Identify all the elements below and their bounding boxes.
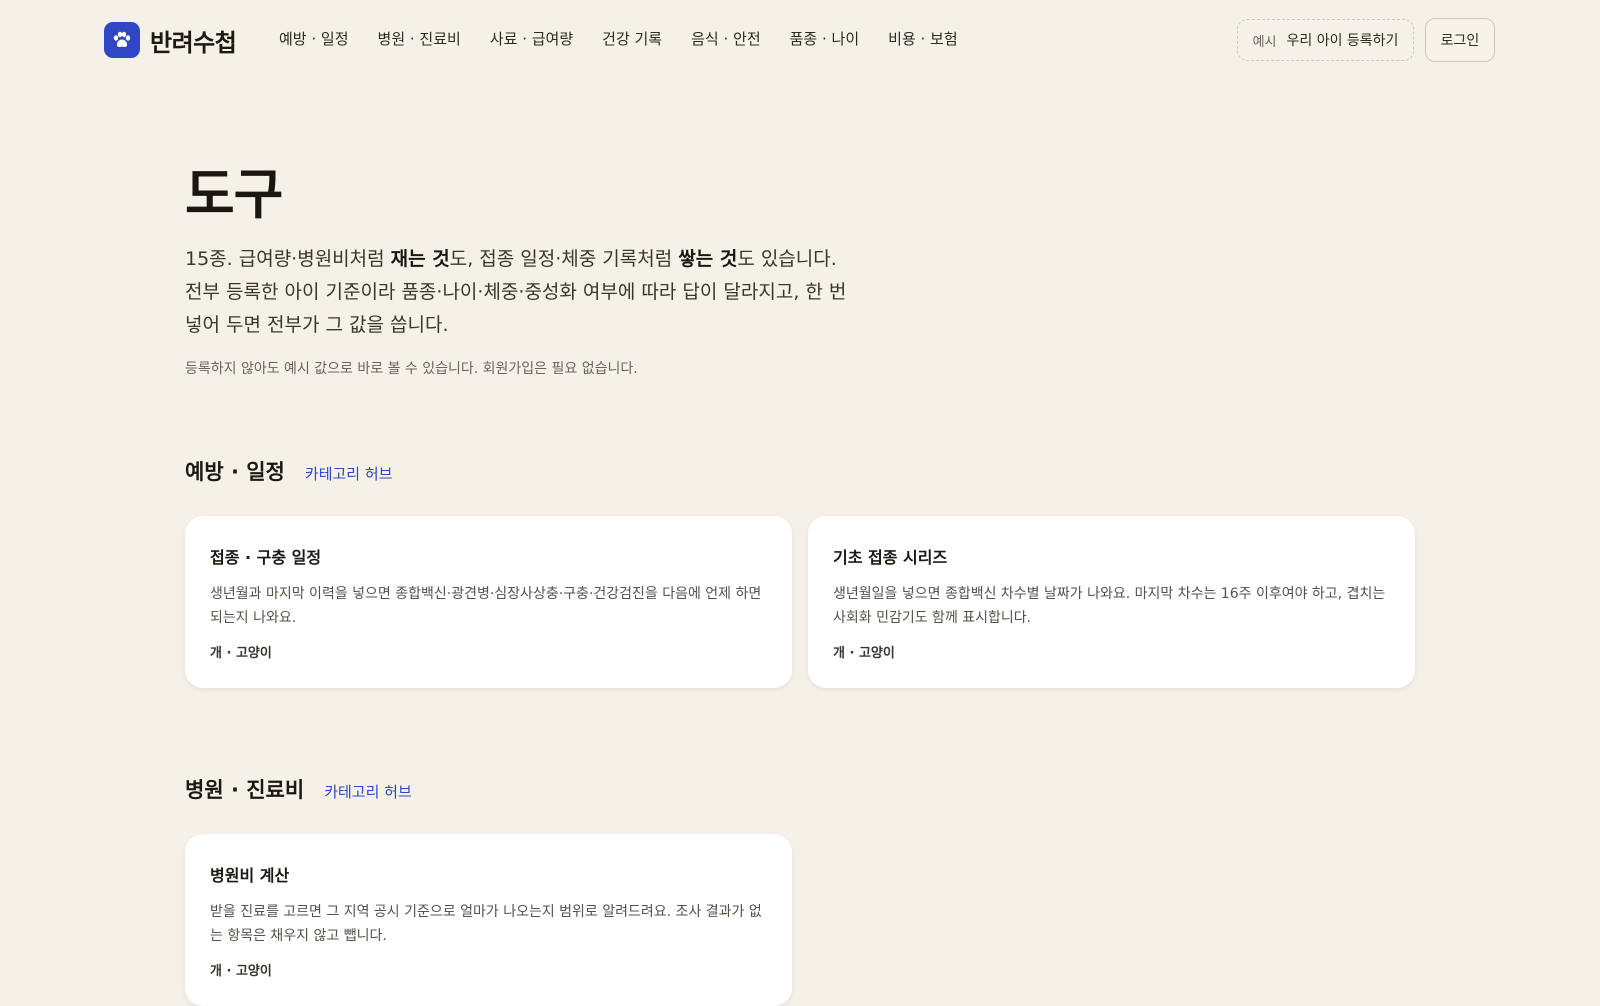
page-description: 15종. 급여량·병원비처럼 재는 것도, 접종 일정·체중 기록처럼 쌓는 것… bbox=[185, 243, 855, 342]
brand-home-link[interactable]: 반려수첩 bbox=[104, 22, 237, 58]
top-header: 반려수첩 예방 · 일정 병원 · 진료비 사료 · 급여량 건강 기록 음식 … bbox=[0, 0, 1600, 80]
section-title: 병원 · 진료비 bbox=[185, 778, 305, 802]
brand-name: 반려수첩 bbox=[150, 28, 237, 57]
register-pet-button[interactable]: 예시 우리 아이 등록하기 bbox=[1237, 19, 1414, 61]
nav-item-health-record[interactable]: 건강 기록 bbox=[602, 28, 662, 50]
section-title: 예방 · 일정 bbox=[185, 460, 285, 484]
section-header-hospital: 병원 · 진료비 카테고리 허브 bbox=[185, 774, 412, 804]
page-title: 도구 bbox=[185, 163, 283, 226]
nav-item-food-safety[interactable]: 음식 · 안전 bbox=[691, 28, 761, 50]
card-description: 받을 진료를 고르면 그 지역 공시 기준으로 얼마가 나오는지 범위로 알려드… bbox=[210, 904, 762, 944]
card-species-tag: 개 · 고양이 bbox=[210, 646, 272, 661]
category-hub-link[interactable]: 카테고리 허브 bbox=[305, 463, 393, 484]
tool-card-vaccine-schedule[interactable]: 접종 · 구충 일정 생년월과 마지막 이력을 넣으면 종합백신·광견병·심장사… bbox=[185, 516, 792, 688]
tool-card-hospital-cost[interactable]: 병원비 계산 받을 진료를 고르면 그 지역 공시 기준으로 얼마가 나오는지 … bbox=[185, 834, 792, 1006]
main-nav: 예방 · 일정 병원 · 진료비 사료 · 급여량 건강 기록 음식 · 안전 … bbox=[279, 28, 987, 50]
nav-item-food-amount[interactable]: 사료 · 급여량 bbox=[490, 28, 573, 50]
card-title: 접종 · 구충 일정 bbox=[210, 548, 322, 567]
card-title: 기초 접종 시리즈 bbox=[833, 548, 948, 567]
desc-part-2: 도, 접종 일정·체중 기록처럼 bbox=[449, 248, 679, 270]
page-note: 등록하지 않아도 예시 값으로 바로 볼 수 있습니다. 회원가입은 필요 없습… bbox=[185, 361, 638, 377]
card-title: 병원비 계산 bbox=[210, 866, 290, 885]
paw-icon bbox=[104, 22, 140, 58]
card-species-tag: 개 · 고양이 bbox=[833, 646, 895, 661]
desc-emphasis-accumulate: 쌓는 것 bbox=[678, 248, 738, 270]
nav-item-prevention[interactable]: 예방 · 일정 bbox=[279, 28, 349, 50]
register-pet-label: 우리 아이 등록하기 bbox=[1286, 33, 1399, 49]
card-description: 생년월일을 넣으면 종합백신 차수별 날짜가 나와요. 마지막 차수는 16주 … bbox=[833, 586, 1386, 626]
login-button[interactable]: 로그인 bbox=[1425, 18, 1495, 62]
card-description: 생년월과 마지막 이력을 넣으면 종합백신·광견병·심장사상충·구충·건강검진을… bbox=[210, 586, 762, 626]
desc-emphasis-measure: 재는 것 bbox=[390, 248, 450, 270]
section-header-prevention: 예방 · 일정 카테고리 허브 bbox=[185, 456, 392, 486]
demo-tag: 예시 bbox=[1252, 34, 1277, 50]
nav-item-hospital[interactable]: 병원 · 진료비 bbox=[378, 28, 461, 50]
desc-part-1: 15종. 급여량·병원비처럼 bbox=[185, 248, 391, 270]
nav-item-breed-age[interactable]: 품종 · 나이 bbox=[790, 28, 860, 50]
category-hub-link[interactable]: 카테고리 허브 bbox=[324, 781, 412, 802]
card-species-tag: 개 · 고양이 bbox=[210, 964, 272, 979]
tool-card-vaccine-series[interactable]: 기초 접종 시리즈 생년월일을 넣으면 종합백신 차수별 날짜가 나와요. 마지… bbox=[808, 516, 1415, 688]
nav-item-cost-insurance[interactable]: 비용 · 보험 bbox=[888, 28, 958, 50]
